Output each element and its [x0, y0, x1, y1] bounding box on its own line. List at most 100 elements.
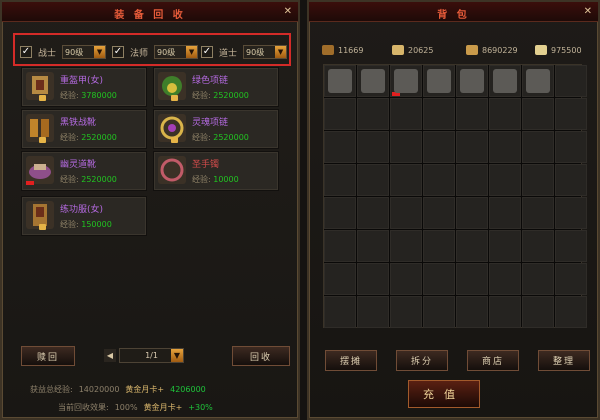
- inventory-slot[interactable]: [390, 131, 422, 163]
- inventory-slot[interactable]: [555, 164, 587, 196]
- inventory-slot[interactable]: [324, 197, 356, 229]
- inventory-slot[interactable]: [357, 197, 389, 229]
- inventory-slot[interactable]: [423, 230, 455, 262]
- inventory-slot[interactable]: [456, 65, 488, 97]
- inventory-slot[interactable]: [324, 296, 356, 328]
- inventory-slot[interactable]: [357, 65, 389, 97]
- taoist-level-select[interactable]: 90级 ▼: [243, 45, 288, 59]
- inventory-slot[interactable]: [423, 131, 455, 163]
- inventory-slot[interactable]: [489, 263, 521, 295]
- close-icon[interactable]: ✕: [284, 6, 292, 17]
- inventory-slot[interactable]: [357, 98, 389, 130]
- inventory-slot[interactable]: [456, 230, 488, 262]
- inventory-slot[interactable]: [489, 98, 521, 130]
- warrior-level-select[interactable]: 90级 ▼: [62, 45, 107, 59]
- inventory-slot[interactable]: [522, 263, 554, 295]
- inventory-slot[interactable]: [456, 98, 488, 130]
- dropdown-arrow-icon[interactable]: ▼: [94, 46, 106, 58]
- redeem-button[interactable]: 赎回: [21, 346, 75, 366]
- inventory-slot[interactable]: [555, 131, 587, 163]
- close-icon[interactable]: ✕: [584, 6, 592, 17]
- inventory-slot[interactable]: [489, 65, 521, 97]
- inventory-slot[interactable]: [489, 197, 521, 229]
- inventory-slot[interactable]: [555, 65, 587, 97]
- recycle-item-0[interactable]: 重盔甲(女) 经验: 3780000: [21, 67, 147, 107]
- dropdown-arrow-icon[interactable]: ▼: [275, 46, 287, 58]
- recycle-item-2[interactable]: 黑铁战靴 经验: 2520000: [21, 109, 147, 149]
- inventory-slot[interactable]: [423, 197, 455, 229]
- inventory-slot[interactable]: [423, 263, 455, 295]
- inventory-slot[interactable]: [522, 164, 554, 196]
- inventory-slot[interactable]: [522, 230, 554, 262]
- inventory-slot[interactable]: [390, 230, 422, 262]
- next-page-icon[interactable]: ▼: [171, 349, 183, 362]
- inventory-slot[interactable]: [357, 296, 389, 328]
- inventory-slot[interactable]: [456, 296, 488, 328]
- ghost-boots-icon: [26, 156, 54, 184]
- inventory-slot[interactable]: [555, 230, 587, 262]
- inventory-slot[interactable]: [357, 230, 389, 262]
- inventory-slot[interactable]: [390, 98, 422, 130]
- filter-warrior[interactable]: ✓ 战士 90级 ▼: [20, 44, 107, 60]
- filter-mage[interactable]: ✓ 法师 90级 ▼: [112, 44, 199, 60]
- inventory-slot[interactable]: [489, 131, 521, 163]
- recycle-item-1[interactable]: 绿色项链 经验: 2520000: [153, 67, 279, 107]
- inventory-slot[interactable]: [522, 197, 554, 229]
- recharge-button[interactable]: 充值: [408, 380, 480, 408]
- inventory-slot[interactable]: [324, 230, 356, 262]
- inventory-slot[interactable]: [555, 197, 587, 229]
- inventory-slot[interactable]: [456, 131, 488, 163]
- recycle-item-6[interactable]: 练功服(女) 经验: 150000: [21, 196, 147, 236]
- mage-level-select[interactable]: 90级 ▼: [154, 45, 199, 59]
- warrior-checkbox[interactable]: ✓: [20, 46, 32, 58]
- item-exp: 经验: 3780000: [60, 91, 117, 100]
- inventory-slot[interactable]: [423, 164, 455, 196]
- mage-checkbox[interactable]: ✓: [112, 46, 124, 58]
- dropdown-arrow-icon[interactable]: ▼: [186, 46, 198, 58]
- inventory-slot[interactable]: [555, 296, 587, 328]
- filter-taoist[interactable]: ✓ 道士 90级 ▼: [201, 44, 288, 60]
- recycle-item-3[interactable]: 灵魂项链 经验: 2520000: [153, 109, 279, 149]
- item-name: 练功服(女): [60, 205, 104, 215]
- inventory-slot[interactable]: [357, 131, 389, 163]
- inventory-slot[interactable]: [324, 131, 356, 163]
- inventory-slot[interactable]: [489, 164, 521, 196]
- inventory-slot[interactable]: [324, 65, 356, 97]
- inventory-slot[interactable]: [357, 263, 389, 295]
- taoist-checkbox[interactable]: ✓: [201, 46, 213, 58]
- inventory-slot[interactable]: [522, 65, 554, 97]
- inventory-slot[interactable]: [390, 197, 422, 229]
- inventory-slot[interactable]: [390, 65, 422, 97]
- recycle-button[interactable]: 回收: [232, 346, 290, 366]
- inventory-slot[interactable]: [423, 98, 455, 130]
- inventory-slot[interactable]: [324, 98, 356, 130]
- recycle-item-4[interactable]: 幽灵道靴 经验: 2520000: [21, 151, 147, 191]
- item-exp: 经验: 2520000: [192, 91, 249, 100]
- gold-card-percent: +30%: [188, 402, 213, 412]
- inventory-slot[interactable]: [324, 263, 356, 295]
- inventory-slot[interactable]: [555, 98, 587, 130]
- prev-page-icon[interactable]: ◀: [104, 349, 116, 362]
- inventory-slot[interactable]: [456, 164, 488, 196]
- taoist-label: 道士: [219, 48, 238, 59]
- inventory-slot[interactable]: [456, 263, 488, 295]
- inventory-slot[interactable]: [489, 230, 521, 262]
- inventory-slot[interactable]: [522, 131, 554, 163]
- inventory-slot[interactable]: [522, 296, 554, 328]
- inventory-slot[interactable]: [390, 296, 422, 328]
- inventory-slot[interactable]: [522, 98, 554, 130]
- inventory-slot[interactable]: [390, 263, 422, 295]
- shop-button[interactable]: 商店: [467, 350, 519, 371]
- inventory-slot[interactable]: [390, 164, 422, 196]
- inventory-slot[interactable]: [489, 296, 521, 328]
- inventory-slot[interactable]: [423, 296, 455, 328]
- inventory-slot[interactable]: [324, 164, 356, 196]
- inventory-slot[interactable]: [423, 65, 455, 97]
- split-button[interactable]: 拆分: [396, 350, 448, 371]
- inventory-slot[interactable]: [555, 263, 587, 295]
- inventory-slot[interactable]: [456, 197, 488, 229]
- sort-button[interactable]: 整理: [538, 350, 590, 371]
- stall-button[interactable]: 摆摊: [325, 350, 377, 371]
- recycle-item-5[interactable]: 圣手镯 经验: 10000: [153, 151, 279, 191]
- inventory-slot[interactable]: [357, 164, 389, 196]
